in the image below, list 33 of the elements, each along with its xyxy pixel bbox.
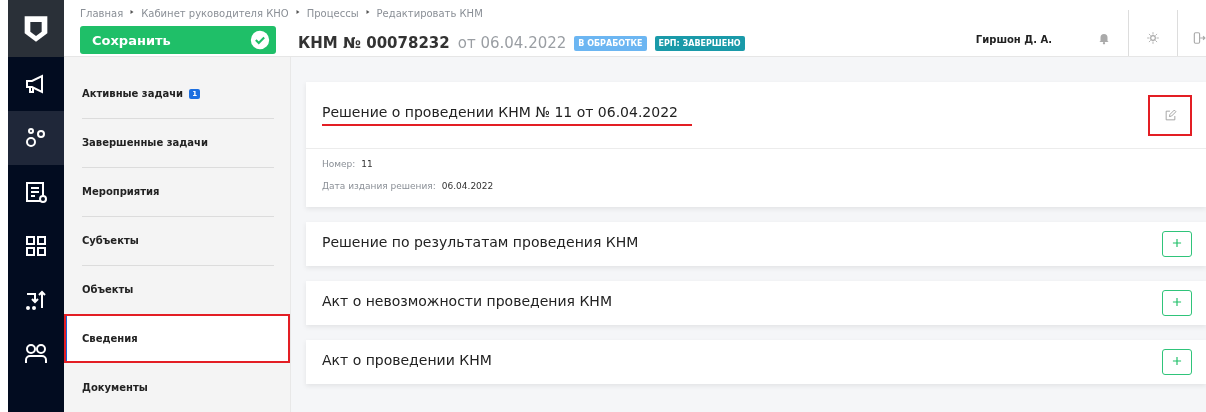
list-icon [24, 180, 48, 204]
sidebar-item[interactable]: Сведения [64, 314, 290, 363]
status-badge: В ОБРАБОТКЕ [574, 35, 647, 51]
user-name: Гиршон Д. А. [975, 33, 1053, 45]
record-date: от 06.04.2022 [457, 34, 567, 52]
section-title: Решение о проведении КНМ № 11 от 06.04.2022 [322, 104, 692, 126]
plus-icon [1170, 236, 1184, 250]
record-title: КНМ № 00078232 [298, 34, 450, 52]
section-title: Решение по результатам проведения КНМ [322, 234, 639, 252]
breadcrumb-arrow-icon [364, 9, 371, 15]
section-title: Акт о проведении КНМ [322, 352, 492, 370]
sidebar-item[interactable]: Мероприятия [64, 167, 290, 216]
plus-icon [1170, 295, 1184, 309]
people-icon [24, 342, 48, 366]
check-circle-icon [250, 30, 270, 50]
breadcrumb-arrow-icon [129, 9, 136, 15]
arrows-icon [24, 288, 48, 312]
field-value: 11 [361, 159, 373, 169]
edit-button[interactable] [1148, 94, 1192, 136]
edit-icon [1163, 108, 1177, 122]
grid-icon [24, 234, 48, 258]
section-title: Акт о невозможности проведения КНМ [322, 293, 612, 311]
sidebar-item[interactable]: Субъекты [64, 216, 290, 265]
status-badge: ЕРП: ЗАВЕРШЕНО [654, 35, 745, 51]
breadcrumb-arrow-icon [294, 9, 301, 15]
sidebar-item[interactable]: Объекты [64, 265, 290, 314]
rail-button[interactable] [8, 111, 64, 165]
sidebar-item[interactable]: Документы [64, 363, 290, 412]
field-label: Номер: [322, 159, 356, 169]
field-label: Дата издания решения: [322, 181, 436, 191]
plus-icon [1170, 354, 1184, 368]
field-value: 06.04.2022 [441, 181, 494, 191]
sidebar-item[interactable]: Завершенные задачи [64, 118, 290, 167]
